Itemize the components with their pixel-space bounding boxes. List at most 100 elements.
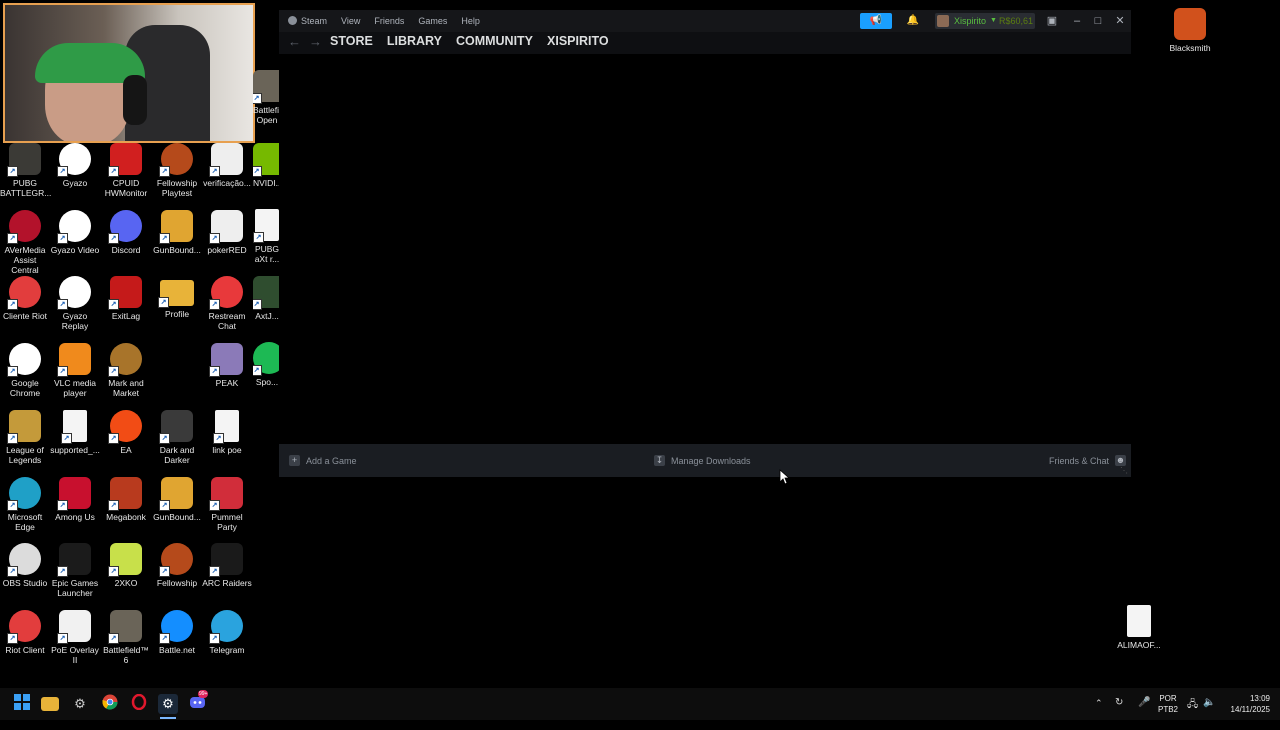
shortcut-arrow-icon: ↗	[209, 499, 220, 511]
desktop-shortcut[interactable]: ↗ Gyazo Replay	[50, 276, 100, 331]
desktop-shortcut[interactable]: ↗ PUBG aXt r...	[253, 209, 281, 264]
desktop-shortcut[interactable]: ↗ 2XKO	[101, 543, 151, 588]
desktop-shortcut[interactable]: ↗ AVerMedia Assist Central	[0, 209, 50, 275]
desktop-shortcut[interactable]: ↗ AxtJ...	[253, 276, 281, 321]
desktop-shortcut[interactable]: ↗ Dark and Darker	[152, 409, 202, 465]
desktop-shortcut[interactable]: ↗ League of Legends	[0, 409, 50, 465]
battlenet-icon: ↗	[159, 609, 193, 644]
desktop-shortcut[interactable]: ↗ Cliente Riot	[0, 276, 50, 321]
chevron-up-icon[interactable]: ⌃	[1095, 698, 1103, 730]
desktop-shortcut[interactable]: ↗ Pummel Party	[202, 476, 252, 532]
steam-titlebar: Steam View Friends Games Help 📢 🔔 Xispir…	[279, 10, 1131, 32]
big-picture-icon[interactable]: ▣	[1043, 12, 1061, 30]
windows-start-icon[interactable]	[12, 694, 32, 714]
shortcut-arrow-icon: ↗	[57, 366, 68, 378]
desktop-shortcut[interactable]: ↗ supported_...	[50, 409, 100, 455]
desktop-shortcut[interactable]: ↗ Discord	[101, 209, 151, 255]
maximize-icon[interactable]: □	[1089, 12, 1107, 30]
language-indicator[interactable]: POR PTB2	[1158, 693, 1178, 715]
opera-icon[interactable]	[129, 693, 149, 714]
tab-profile[interactable]: XISPIRITO	[547, 34, 609, 48]
desktop-shortcut[interactable]: ↗ PoE Overlay II	[50, 609, 100, 665]
desktop-shortcut[interactable]: ↗ ExitLag	[101, 276, 151, 321]
steam-menu-games[interactable]: Games	[418, 16, 447, 26]
manage-downloads-button[interactable]: ↧ Manage Downloads	[654, 455, 751, 466]
shortcut-arrow-icon: ↗	[158, 297, 169, 309]
steam-menu-bar: Steam View Friends Games Help	[288, 16, 480, 26]
desktop-shortcut[interactable]: ↗ Battlefield™ 6	[101, 609, 151, 665]
steam-menu-help[interactable]: Help	[461, 16, 480, 26]
sync-icon[interactable]: ↻	[1115, 697, 1123, 729]
desktop-shortcut[interactable]: ↗ Telegram	[202, 609, 252, 655]
desktop-shortcut[interactable]: ↗ link poe	[202, 409, 252, 455]
hwmonitor-taskbar-icon[interactable]: ⚙	[70, 694, 90, 714]
shortcut-arrow-icon: ↗	[7, 632, 18, 644]
close-icon[interactable]: ✕	[1111, 12, 1129, 30]
desktop-shortcut[interactable]: ↗ NVIDI...	[253, 143, 281, 188]
gyazo-video-icon: ↗	[57, 209, 91, 244]
mouse-cursor-icon	[779, 469, 791, 490]
network-icon[interactable]: 🖧	[1187, 697, 1198, 729]
desktop-shortcut[interactable]: ↗Battlefi... Open	[253, 70, 281, 125]
tab-community[interactable]: COMMUNITY	[456, 34, 533, 48]
desktop-shortcut[interactable]: ↗ verificação...	[202, 143, 252, 188]
steam-menu-steam[interactable]: Steam	[288, 16, 327, 26]
desktop-shortcut[interactable]: ↗ EA	[101, 409, 151, 455]
speaker-icon[interactable]: 🔈	[1203, 697, 1215, 729]
chrome-taskbar-icon[interactable]	[100, 694, 120, 714]
desktop-shortcut[interactable]: ↗ GunBound...	[152, 476, 202, 522]
file-explorer-icon[interactable]	[41, 697, 59, 711]
riot-icon: ↗	[7, 276, 41, 311]
desktop-shortcut[interactable]: ↗ CPUID HWMonitor	[101, 143, 151, 198]
account-menu-button[interactable]: Xispirito ▼ R$60,61	[935, 13, 1035, 29]
steam-menu-view[interactable]: View	[341, 16, 360, 26]
add-game-button[interactable]: + Add a Game	[289, 455, 357, 466]
desktop-shortcut[interactable]: ↗ Riot Client	[0, 609, 50, 655]
steam-menu-friends[interactable]: Friends	[374, 16, 404, 26]
desktop-shortcut[interactable]: ↗ Megabonk	[101, 476, 151, 522]
desktop-shortcut[interactable]: ↗ Among Us	[50, 476, 100, 522]
desktop-shortcut-label: 2XKO	[114, 578, 138, 589]
spotify-icon: ↗	[253, 342, 281, 376]
desktop-shortcut[interactable]: ↗ Mark and Market	[101, 343, 151, 398]
tab-library[interactable]: LIBRARY	[387, 34, 442, 48]
friends-chat-button[interactable]: Friends & Chat ☻	[1049, 455, 1127, 466]
minimize-icon[interactable]: –	[1068, 12, 1086, 30]
desktop-shortcut[interactable]: ↗ Fellowship	[152, 543, 202, 588]
desktop-shortcut[interactable]: ↗ Restream Chat	[202, 276, 252, 331]
desktop-shortcut[interactable]: ↗ OBS Studio	[0, 543, 50, 588]
microphone-icon[interactable]: 🎤	[1138, 697, 1150, 729]
desktop-shortcut[interactable]: ↗ PEAK	[202, 343, 252, 388]
desktop-shortcut[interactable]: ↗ Microsoft Edge	[0, 476, 50, 532]
resize-grip-icon[interactable]: ⋱	[1120, 466, 1128, 475]
steam-taskbar-icon[interactable]: ⚙	[158, 694, 178, 714]
desktop-shortcut[interactable]: ALIMAOF...	[1114, 605, 1164, 650]
shortcut-arrow-icon: ↗	[159, 166, 170, 177]
desktop-shortcut[interactable]: ↗ Fellowship Playtest	[152, 143, 202, 198]
bell-icon[interactable]: 🔔	[905, 13, 921, 29]
desktop-shortcut[interactable]: ↗ PUBG BATTLEGR...	[0, 143, 51, 198]
forward-arrow-icon[interactable]: →	[309, 34, 322, 49]
desktop-shortcut[interactable]: ↗ Gyazo Video	[50, 209, 100, 255]
steam-window: Steam View Friends Games Help 📢 🔔 Xispir…	[279, 10, 1131, 477]
cpuid-icon: ↗	[108, 143, 142, 177]
discord-taskbar-icon[interactable]: 99+	[188, 690, 209, 714]
desktop-shortcut[interactable]: ↗ Google Chrome	[0, 343, 50, 398]
desktop-shortcut[interactable]: ↗ Epic Games Launcher	[50, 543, 100, 598]
tab-store[interactable]: STORE	[330, 34, 373, 48]
megaphone-icon[interactable]: 📢	[860, 13, 892, 29]
system-clock[interactable]: 13:09 14/11/2025	[1231, 693, 1270, 715]
qr-icon: ↗	[209, 209, 243, 244]
desktop-shortcut[interactable]: ↗ VLC media player	[50, 343, 100, 398]
desktop-shortcut[interactable]: Blacksmith	[1165, 8, 1215, 53]
desktop-shortcut[interactable]: ↗ Battle.net	[152, 609, 202, 655]
desktop-shortcut[interactable]: ↗ pokerRED	[202, 209, 252, 255]
desktop-shortcut[interactable]: ↗ ARC Raiders	[202, 543, 252, 588]
desktop-shortcut-label: League of Legends	[6, 444, 44, 465]
desktop-shortcut[interactable]: ↗ Gyazo	[50, 143, 100, 188]
back-arrow-icon[interactable]: ←	[288, 34, 301, 49]
desktop-shortcut[interactable]: ↗ GunBound...	[152, 209, 202, 255]
fellowship-icon: ↗	[159, 543, 193, 578]
desktop-shortcut[interactable]: ↗ Profile	[152, 276, 202, 319]
desktop-shortcut[interactable]: ↗ Spo...	[253, 342, 281, 387]
